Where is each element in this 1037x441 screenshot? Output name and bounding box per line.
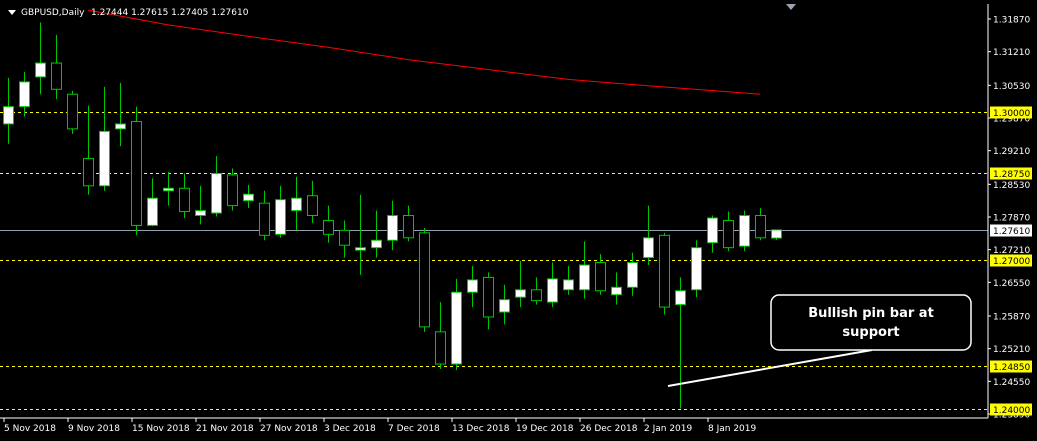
price-tick-label: 1.31870 — [993, 16, 1030, 26]
candle — [691, 240, 702, 298]
time-tick-label: 15 Nov 2018 — [132, 424, 190, 434]
callout-box — [770, 294, 972, 351]
candle-body — [387, 215, 398, 241]
time-tick-label: 3 Dec 2018 — [324, 424, 376, 434]
candle-body — [563, 279, 574, 291]
candle-body — [739, 215, 750, 247]
candle-body — [339, 229, 350, 246]
candle-body — [627, 262, 638, 288]
candle-body — [371, 239, 382, 249]
level-label: 1.28750 — [993, 170, 1030, 180]
time-tick-label: 19 Dec 2018 — [516, 424, 574, 434]
candle-body — [227, 174, 238, 207]
candle-body — [147, 197, 158, 226]
callout-text-line2: support — [842, 325, 899, 340]
candle-body — [323, 219, 334, 235]
candle-body — [403, 215, 414, 239]
price-tick-label: 1.24550 — [993, 378, 1030, 388]
candle-body — [211, 172, 222, 214]
level-label: 1.24850 — [993, 363, 1030, 373]
time-tick-label: 8 Jan 2019 — [708, 424, 756, 434]
candle-body — [179, 187, 190, 213]
price-tick-label: 1.28530 — [993, 181, 1030, 191]
candle — [227, 168, 238, 211]
candle-body — [307, 195, 318, 217]
candle-body — [691, 247, 702, 291]
symbol-title: GBPUSD,Daily — [21, 8, 85, 18]
candle-body — [195, 210, 206, 217]
level-label: 1.27000 — [993, 257, 1030, 267]
price-tick-label: 1.30530 — [993, 82, 1030, 92]
candle-body — [355, 247, 366, 251]
price-tick-label: 1.27870 — [993, 213, 1030, 223]
candle-body — [723, 219, 734, 249]
candle-body — [131, 120, 142, 226]
time-tick-label: 2 Jan 2019 — [644, 424, 692, 434]
candle-body — [531, 289, 542, 302]
price-tick-label: 1.25870 — [993, 312, 1030, 322]
price-tick-label: 1.31210 — [993, 48, 1030, 58]
candle-body — [67, 93, 78, 130]
candle-body — [83, 158, 94, 187]
candle — [659, 232, 670, 315]
candle-body — [259, 202, 270, 236]
current-price-label: 1.27610 — [993, 227, 1030, 237]
time-tick-label: 21 Nov 2018 — [196, 424, 254, 434]
candle-body — [659, 234, 670, 308]
candle-body — [275, 199, 286, 235]
candle-body — [419, 232, 430, 328]
candle-body — [675, 290, 686, 306]
candle — [771, 229, 782, 241]
candle-body — [611, 286, 622, 296]
candle-body — [595, 262, 606, 292]
candle-body — [291, 197, 302, 212]
candle-body — [19, 81, 30, 108]
candle-body — [643, 237, 654, 259]
candle-body — [579, 264, 590, 291]
candle-body — [115, 123, 126, 130]
level-label: 1.24000 — [993, 406, 1030, 416]
candle-body — [435, 331, 446, 365]
time-tick-label: 26 Dec 2018 — [580, 424, 638, 434]
candle — [739, 210, 750, 252]
level-label: 1.30000 — [993, 109, 1030, 119]
candle-body — [467, 279, 478, 293]
callout-text-line1: Bullish pin bar at — [808, 306, 934, 321]
candle-body — [3, 106, 14, 125]
candle-body — [483, 276, 494, 318]
time-tick-label: 9 Nov 2018 — [68, 424, 120, 434]
candle-body — [499, 299, 510, 313]
candle — [67, 90, 78, 134]
price-tick-label: 1.25210 — [993, 345, 1030, 355]
candle-body — [547, 278, 558, 303]
candle-body — [99, 130, 110, 187]
time-tick-label: 13 Dec 2018 — [452, 424, 510, 434]
candle — [131, 106, 142, 236]
price-tick-label: 1.26550 — [993, 279, 1030, 289]
price-tick-label: 1.29210 — [993, 147, 1030, 157]
time-tick-label: 7 Dec 2018 — [388, 424, 440, 434]
candle-body — [451, 291, 462, 365]
candle-body — [163, 187, 174, 192]
candlestick-chart: 1.318701.312101.305301.298701.292101.285… — [0, 0, 1037, 441]
candle — [451, 278, 462, 370]
candle-body — [35, 62, 46, 78]
candle-body — [51, 62, 62, 90]
candle — [419, 227, 430, 332]
candle-body — [755, 215, 766, 239]
time-tick-label: 27 Nov 2018 — [260, 424, 318, 434]
candle-body — [707, 217, 718, 244]
ohlc-readout: 1.27444 1.27615 1.27405 1.27610 — [91, 8, 249, 18]
candle-body — [771, 229, 782, 239]
candle-body — [515, 289, 526, 298]
candle-body — [243, 193, 254, 202]
time-tick-label: 5 Nov 2018 — [4, 424, 56, 434]
